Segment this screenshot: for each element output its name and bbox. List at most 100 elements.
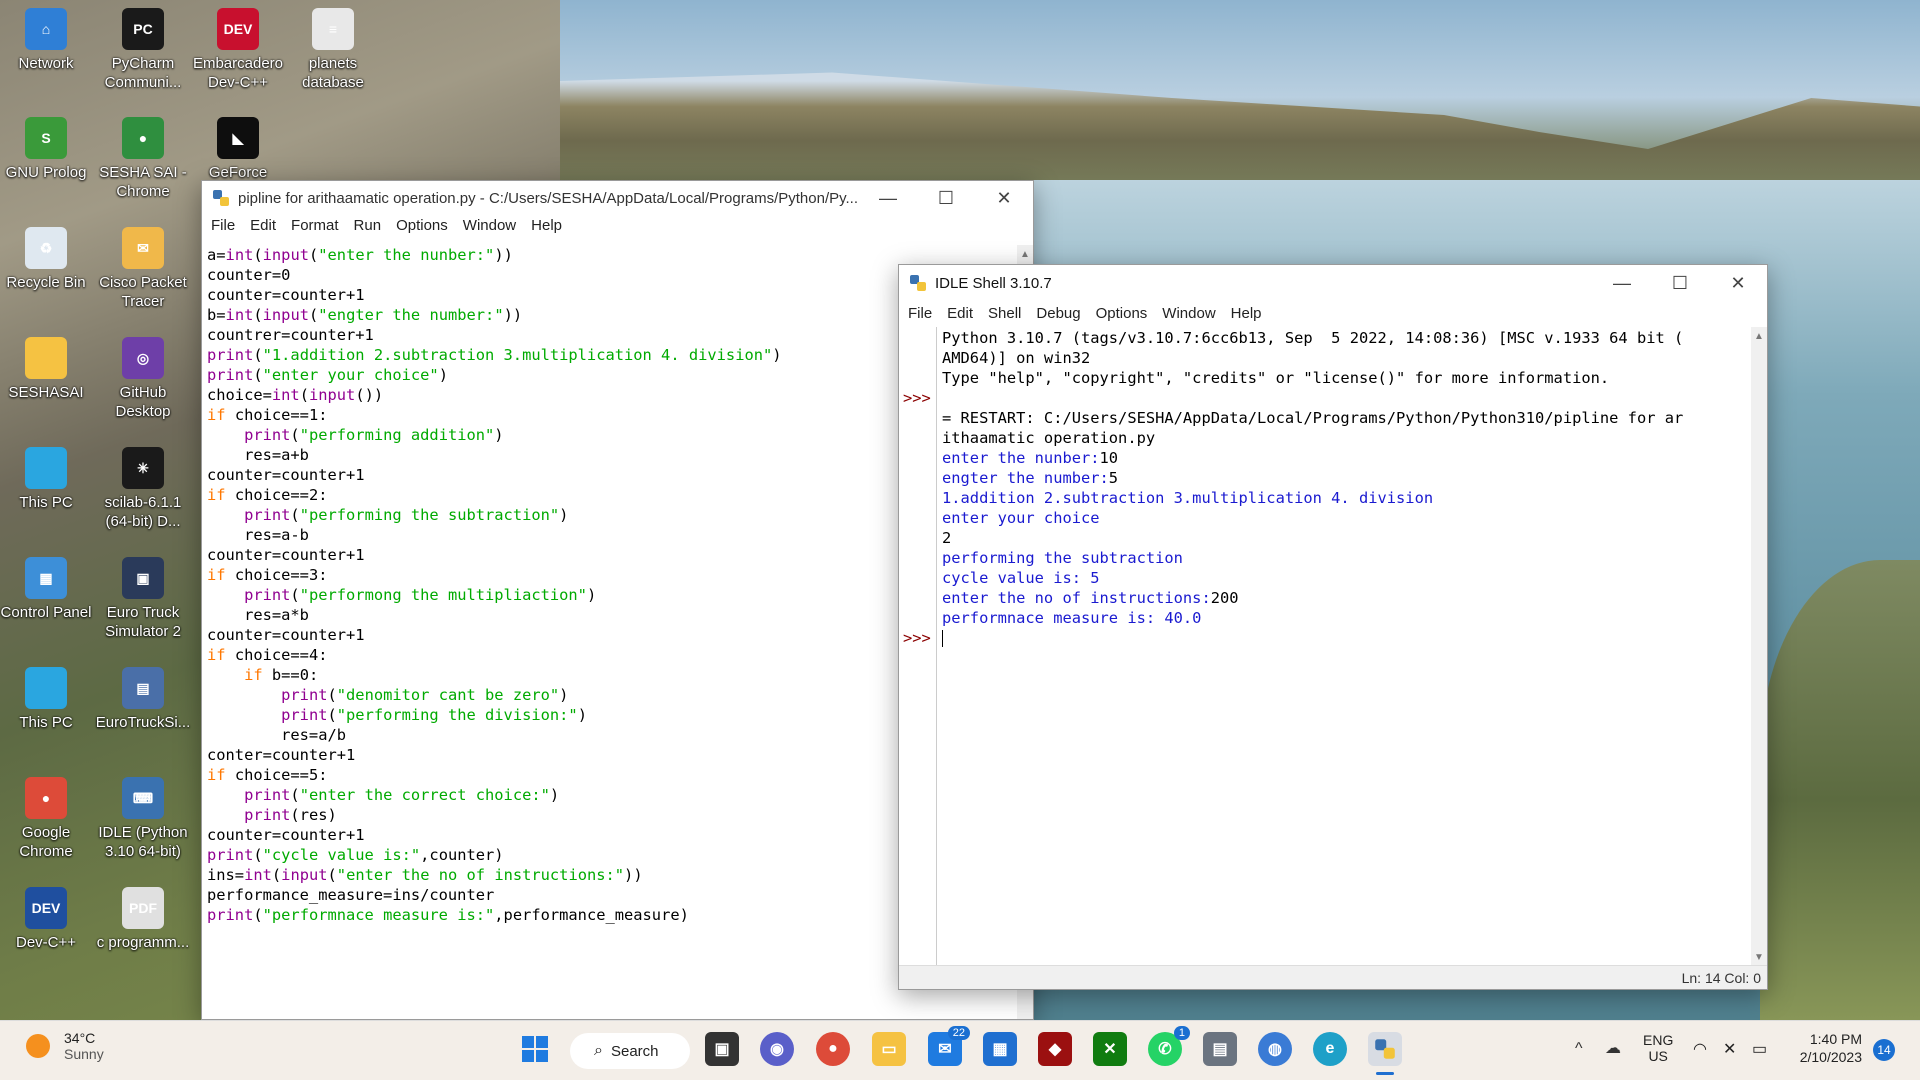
- shell-menu-options[interactable]: Options: [1090, 303, 1157, 325]
- code-line: print("performing the division:"): [281, 706, 587, 724]
- desktop-shortcut[interactable]: This PC: [0, 667, 94, 732]
- desktop-shortcut[interactable]: ◎ GitHub Desktop: [95, 337, 191, 421]
- desktop-shortcut[interactable]: ● Google Chrome: [0, 777, 94, 861]
- pycharm-icon: PC: [122, 8, 164, 50]
- desktop-shortcut[interactable]: PC PyCharm Communi...: [95, 8, 191, 92]
- editor-code-area[interactable]: a=int(input("enter the nunber:")) counter…: [207, 245, 1011, 1019]
- editor-titlebar[interactable]: pipline for arithaamatic operation.py - …: [202, 181, 1033, 215]
- shell-menu-window[interactable]: Window: [1156, 303, 1224, 325]
- desktop-shortcut[interactable]: ✳ scilab-6.1.1 (64-bit) D...: [95, 447, 191, 531]
- wifi-icon[interactable]: ◠: [1693, 1039, 1707, 1059]
- mail-badge: 22: [947, 1026, 970, 1040]
- editor-menu-options[interactable]: Options: [390, 215, 457, 237]
- edge-icon[interactable]: e: [1313, 1032, 1347, 1066]
- clock[interactable]: 1:40 PM 2/10/2023: [1790, 1031, 1862, 1065]
- folder-icon: [25, 337, 67, 379]
- code-line: print("1.addition 2.subtraction 3.multip…: [207, 346, 782, 364]
- game-app-icon[interactable]: ◆: [1038, 1032, 1072, 1066]
- desktop-shortcut[interactable]: This PC: [0, 447, 94, 512]
- desktop-shortcut-label: Network: [18, 55, 74, 72]
- desktop-shortcut[interactable]: ≡ planets database: [285, 8, 381, 92]
- desktop-shortcut[interactable]: DEV Dev-C++: [0, 887, 94, 952]
- desktop-shortcut[interactable]: ⌨ IDLE (Python 3.10 64-bit): [95, 777, 191, 861]
- desktop-shortcut[interactable]: SESHASAI: [0, 337, 94, 402]
- maximize-button[interactable]: ☐: [1651, 266, 1709, 300]
- clock-date: 2/10/2023: [1799, 1049, 1862, 1065]
- cloud-icon[interactable]: ☁: [1605, 1038, 1621, 1058]
- file-explorer-icon[interactable]: ▭: [872, 1032, 906, 1066]
- desktop-shortcut[interactable]: ▣ Euro Truck Simulator 2: [95, 557, 191, 641]
- minimize-button[interactable]: —: [1593, 266, 1651, 300]
- editor-menu-edit[interactable]: Edit: [244, 215, 285, 237]
- calendar-icon[interactable]: ▦: [983, 1032, 1017, 1066]
- shell-menu-edit[interactable]: Edit: [941, 303, 982, 325]
- whatsapp-icon[interactable]: ✆ 1: [1148, 1026, 1190, 1066]
- task-view-icon[interactable]: ▣: [705, 1032, 739, 1066]
- idle-taskbar-icon[interactable]: [1368, 1032, 1402, 1066]
- tray-chevron-icon[interactable]: ^: [1575, 1040, 1583, 1058]
- gutter-line: [903, 448, 937, 468]
- desktop-shortcut[interactable]: ♻ Recycle Bin: [0, 227, 94, 292]
- search-box[interactable]: ⌕ Search: [570, 1033, 690, 1069]
- python-icon: [213, 190, 229, 206]
- desktop-shortcut[interactable]: PDF c programm...: [95, 887, 191, 952]
- language-indicator[interactable]: ENG US: [1643, 1032, 1673, 1064]
- shell-menu-shell[interactable]: Shell: [982, 303, 1030, 325]
- desktop-shortcut[interactable]: DEV Embarcadero Dev-C++: [190, 8, 286, 92]
- code-line: print("performing addition"): [244, 426, 504, 444]
- calculator-icon[interactable]: ▤: [1203, 1032, 1237, 1066]
- shell-titlebar[interactable]: IDLE Shell 3.10.7 — ☐ ✕: [899, 265, 1767, 301]
- editor-menu-run[interactable]: Run: [348, 215, 391, 237]
- desktop-shortcut[interactable]: ● SESHA SAI - Chrome: [95, 117, 191, 201]
- code-line: ins=int(input("enter the no of instructi…: [207, 866, 643, 884]
- clock-time: 1:40 PM: [1809, 1031, 1862, 1047]
- xbox-icon[interactable]: ✕: [1093, 1032, 1127, 1066]
- shell-line: 1.addition 2.subtraction 3.multiplicatio…: [942, 489, 1434, 507]
- shell-menu-file[interactable]: File: [902, 303, 941, 325]
- shell-menu-debug[interactable]: Debug: [1030, 303, 1089, 325]
- gutter-line: [903, 608, 937, 628]
- maximize-button[interactable]: ☐: [917, 181, 975, 215]
- scroll-up-arrow-icon[interactable]: ▲: [1751, 331, 1767, 342]
- mail-icon[interactable]: ✉ 22: [928, 1026, 970, 1066]
- desktop-shortcut[interactable]: ▦ Control Panel: [0, 557, 94, 622]
- document-icon: ≡: [312, 8, 354, 50]
- shell-menubar: File Edit Shell Debug Options Window Help: [899, 303, 1767, 325]
- battery-icon[interactable]: ▭: [1752, 1039, 1767, 1059]
- editor-menu-window[interactable]: Window: [457, 215, 525, 237]
- desktop-shortcut[interactable]: ◣ GeForce: [190, 117, 286, 182]
- scroll-up-arrow-icon[interactable]: ▲: [1017, 249, 1033, 260]
- minimize-button[interactable]: —: [859, 181, 917, 215]
- notification-badge[interactable]: 14: [1873, 1039, 1895, 1061]
- desktop-shortcut[interactable]: ⌂ Network: [0, 8, 94, 73]
- speaker-muted-icon[interactable]: ✕: [1723, 1039, 1736, 1059]
- chrome-icon[interactable]: ●: [816, 1032, 850, 1066]
- weather-widget[interactable]: 34°C Sunny: [26, 1030, 104, 1062]
- desktop-shortcut[interactable]: S GNU Prolog: [0, 117, 94, 182]
- gutter-line: [903, 368, 937, 388]
- shell-menu-help[interactable]: Help: [1225, 303, 1271, 325]
- desktop-shortcut-label: GitHub Desktop: [115, 384, 171, 420]
- code-line: counter=counter+1: [207, 466, 365, 484]
- editor-menu-file[interactable]: File: [205, 215, 244, 237]
- close-button[interactable]: ✕: [1709, 266, 1767, 300]
- desktop-shortcut[interactable]: ✉ Cisco Packet Tracer: [95, 227, 191, 311]
- desktop-shortcut-label: Dev-C++: [15, 934, 77, 951]
- shell-output-area[interactable]: Python 3.10.7 (tags/v3.10.7:6cc6b13, Sep…: [942, 328, 1747, 963]
- start-button[interactable]: [518, 1032, 552, 1066]
- shell-window: IDLE Shell 3.10.7 — ☐ ✕ File Edit Shell Deb…: [898, 264, 1768, 990]
- shell-line: enter your choice: [942, 509, 1100, 527]
- editor-menu-help[interactable]: Help: [525, 215, 571, 237]
- gnu-prolog-icon: S: [25, 117, 67, 159]
- search-label: Search: [610, 1042, 659, 1060]
- chat-icon[interactable]: ◉: [760, 1032, 794, 1066]
- scroll-down-arrow-icon[interactable]: ▼: [1751, 952, 1767, 963]
- desktop-shortcut[interactable]: ▤ EuroTruckSi...: [95, 667, 191, 732]
- close-button[interactable]: ✕: [975, 181, 1033, 215]
- globe-icon[interactable]: ◍: [1258, 1032, 1292, 1066]
- code-line: if choice==5:: [207, 766, 328, 784]
- code-line: print(res): [244, 806, 337, 824]
- editor-menu-format[interactable]: Format: [285, 215, 348, 237]
- shell-line: Python 3.10.7 (tags/v3.10.7:6cc6b13, Sep…: [942, 329, 1684, 347]
- shell-scrollbar[interactable]: ▲ ▼: [1751, 327, 1767, 965]
